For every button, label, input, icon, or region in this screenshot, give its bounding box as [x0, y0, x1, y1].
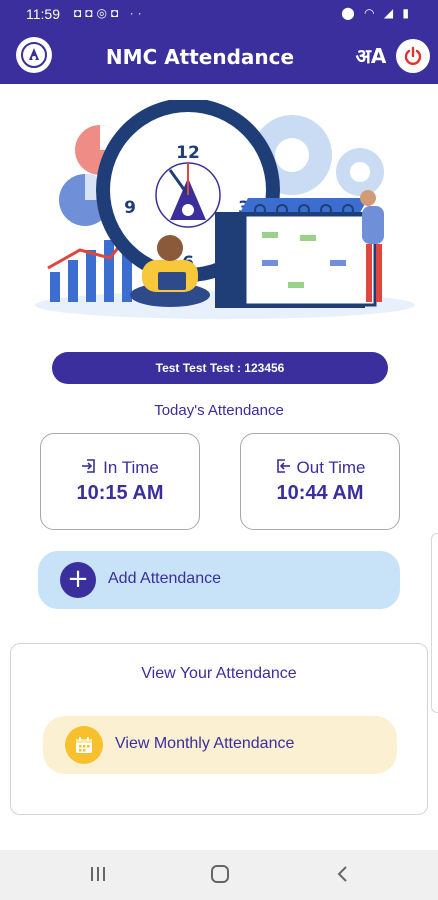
signal-icon: ◢ — [383, 6, 397, 20]
view-monthly-attendance-button[interactable]: View Monthly Attendance — [43, 716, 397, 774]
view-attendance-card: View Your Attendance View Monthly Attend… — [10, 643, 428, 815]
app-title: NMC Attendance — [105, 45, 295, 69]
language-toggle-icon[interactable]: अA — [354, 41, 388, 71]
system-icons: ⬤ ◠ ◢ ▮ — [341, 6, 412, 20]
user-id-badge: Test Test Test : 123456 — [52, 352, 388, 384]
clock-number-9: 9 — [124, 198, 136, 218]
login-icon — [81, 458, 97, 479]
logout-power-icon[interactable] — [396, 39, 430, 73]
back-icon[interactable] — [333, 863, 353, 889]
attendance-illustration: 12 3 6 9 — [35, 100, 415, 319]
view-monthly-attendance-label: View Monthly Attendance — [115, 735, 295, 752]
clock-number-12: 12 — [176, 143, 200, 163]
out-time-label: Out Time — [296, 458, 366, 477]
wifi-icon: ◠ — [363, 6, 378, 20]
edge-panel-handle[interactable] — [431, 533, 438, 713]
in-time-value: 10:15 AM — [76, 482, 164, 504]
instagram-icon: ◘ — [85, 6, 97, 20]
app-bar: NMC Attendance अA — [0, 30, 438, 84]
out-time-value: 10:44 AM — [276, 482, 364, 504]
status-time: 11:59 — [26, 6, 60, 22]
more-dots-icon: ·· — [129, 6, 146, 20]
in-time-label: In Time — [103, 458, 159, 477]
todays-attendance-heading: Today's Attendance — [154, 402, 284, 419]
calendar-icon — [65, 726, 103, 764]
notification-icons: ◘◘◎◘ ·· — [74, 6, 146, 20]
battery-icon: ▮ — [402, 6, 412, 20]
view-attendance-heading: View Your Attendance — [141, 665, 297, 682]
in-time-card: In Time 10:15 AM — [40, 433, 200, 530]
instagram-icon: ◘ — [74, 6, 86, 20]
instagram-icon: ◘ — [110, 6, 123, 20]
add-attendance-button[interactable]: + Add Attendance — [38, 551, 400, 609]
system-navigation-bar — [0, 850, 438, 900]
location-icon: ⬤ — [341, 6, 358, 20]
whatsapp-icon: ◎ — [96, 6, 111, 20]
recent-apps-icon[interactable] — [88, 863, 108, 889]
add-attendance-label: Add Attendance — [108, 570, 221, 587]
status-bar: 11:59 ◘◘◎◘ ·· ⬤ ◠ ◢ ▮ — [0, 0, 438, 30]
home-icon[interactable] — [209, 863, 231, 889]
out-time-card: Out Time 10:44 AM — [240, 433, 400, 530]
logout-icon — [275, 458, 291, 479]
plus-icon: + — [60, 562, 96, 598]
